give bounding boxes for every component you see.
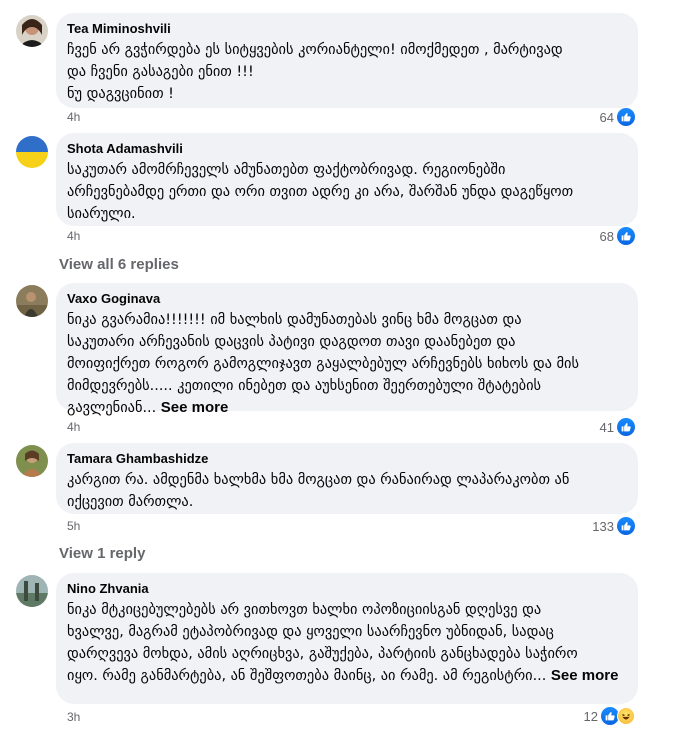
avatar[interactable] [16, 136, 48, 168]
author-name[interactable]: Vaxo Goginava [67, 291, 626, 307]
reaction-count[interactable]: 68 [600, 227, 635, 245]
reaction-count[interactable]: 41 [600, 418, 635, 436]
like-icon [617, 418, 635, 436]
timestamp[interactable]: 4h [67, 420, 80, 434]
comment-body: ნიკა გვარამია!!!!!!! იმ ხალხის დამუნათებ… [67, 312, 579, 416]
comment-body: ნიკა მტკიცებულებებს არ ვითხოვთ ხალხი ოპო… [67, 602, 578, 684]
comment-text: საკუთარ ამომრჩეველს ამუნათებთ ფაქტობრივა… [67, 162, 574, 222]
comment-bubble: Shota Adamashvili საკუთარ ამომრჩეველს ამ… [56, 133, 638, 226]
reaction-count[interactable]: 64 [600, 108, 635, 126]
reaction-number: 41 [599, 419, 614, 435]
author-name[interactable]: Nino Zhvania [67, 581, 626, 597]
timestamp[interactable]: 4h [67, 229, 80, 243]
like-icon [617, 517, 635, 535]
view-replies-link[interactable]: View 1 reply [59, 545, 145, 562]
avatar[interactable] [16, 15, 48, 47]
reaction-number: 68 [599, 228, 614, 244]
comment-text: კარგით რა. ამდენმა ხალხმა ხმა მოგცათ და … [67, 472, 570, 510]
comment-text: ნიკა მტკიცებულებებს არ ვითხოვთ ხალხი ოპო… [67, 599, 626, 687]
reaction-count[interactable]: 12 [584, 707, 635, 725]
see-more-link[interactable]: See more [161, 399, 229, 416]
comment-text: ჩვენ არ გვჭირდება ეს სიტყვების კორიანტელ… [67, 42, 563, 102]
like-icon [617, 227, 635, 245]
comment-bubble: Nino Zhvania ნიკა მტკიცებულებებს არ ვითხ… [56, 573, 638, 704]
author-name[interactable]: Tamara Ghambashidze [67, 451, 626, 467]
haha-icon [617, 707, 635, 725]
timestamp[interactable]: 3h [67, 710, 80, 724]
timestamp[interactable]: 5h [67, 519, 80, 533]
comment-text: ნიკა გვარამია!!!!!!! იმ ხალხის დამუნათებ… [67, 309, 626, 419]
reaction-count[interactable]: 133 [592, 517, 635, 535]
reaction-number: 64 [599, 109, 614, 125]
comment-bubble: Tea Miminoshvili ჩვენ არ გვჭირდება ეს სი… [56, 13, 638, 108]
avatar[interactable] [16, 575, 48, 607]
author-name[interactable]: Shota Adamashvili [67, 141, 626, 157]
comment-bubble: Tamara Ghambashidze კარგით რა. ამდენმა ხ… [56, 443, 638, 514]
reaction-number: 133 [592, 518, 614, 534]
author-name[interactable]: Tea Miminoshvili [67, 21, 626, 37]
view-replies-link[interactable]: View all 6 replies [59, 256, 179, 273]
reaction-number: 12 [583, 708, 598, 724]
avatar[interactable] [16, 445, 48, 477]
see-more-link[interactable]: See more [551, 667, 619, 684]
like-icon [617, 108, 635, 126]
comment-bubble: Vaxo Goginava ნიკა გვარამია!!!!!!! იმ ხა… [56, 283, 638, 416]
avatar[interactable] [16, 285, 48, 317]
timestamp[interactable]: 4h [67, 110, 80, 124]
